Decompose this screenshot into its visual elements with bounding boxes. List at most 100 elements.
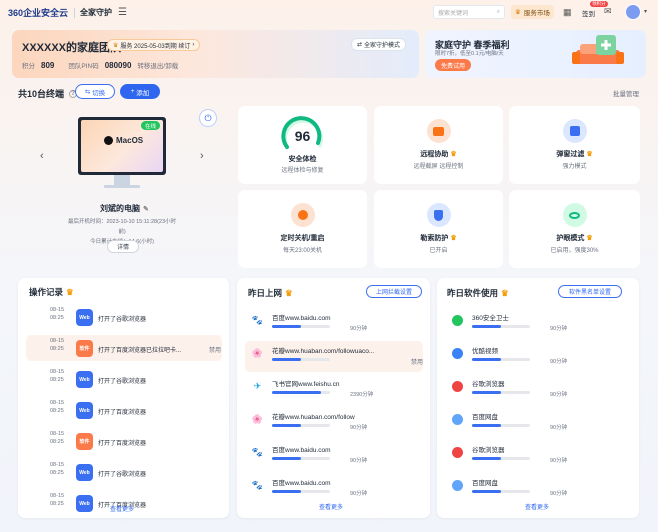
add-button[interactable]: + 添加 — [120, 84, 160, 99]
software-row[interactable]: 百度网盘 90分钟 — [445, 473, 623, 504]
oplog-date-day: 08-15 — [50, 462, 65, 468]
oplog-row[interactable]: 08-15 08:25 Web 打开了谷歌浏览器 — [26, 366, 222, 392]
software-blacklist-button[interactable]: 软件黑名单设置 — [558, 285, 622, 298]
oplog-text: 打开了谷歌浏览器 — [98, 317, 147, 323]
software-more-link[interactable]: 查看更多 — [525, 502, 549, 511]
oplog-title: 操作记录 ♛ — [29, 286, 74, 298]
software-row[interactable]: 优酷视频 90分钟 — [445, 341, 623, 372]
power-button[interactable]: ⏻ — [199, 109, 217, 127]
avatar[interactable] — [625, 4, 641, 20]
software-name: 优酷视频 — [472, 348, 498, 355]
software-badge: 软件 — [76, 433, 93, 450]
oplog-text: 打开了谷歌浏览器 — [98, 379, 147, 385]
tile-subtitle: 远程截屏 远程控制 — [413, 164, 464, 170]
software-row[interactable]: 谷歌浏览器 90分钟 — [445, 440, 623, 471]
software-usage-bar — [472, 325, 530, 328]
web-row[interactable]: 🐾 百度www.baidu.com 90分钟 — [245, 308, 423, 339]
service-expiry-pill[interactable]: ♛ 服务 2025-05-03到期 续订 › — [107, 39, 201, 51]
guard-mode-label: 全家守护模式 — [364, 43, 401, 49]
web-row[interactable]: 🐾 百度www.baidu.com 90分钟 — [245, 440, 423, 471]
web-row[interactable]: 🌸 花瓣www.huaban.com/followuaco... 禁用 — [245, 341, 423, 372]
oplog-date-time: 08:25 — [50, 315, 64, 321]
oplog-row[interactable]: 08-15 08:25 软件 打开了百度浏览器已拉拉吧卡... 禁用 — [26, 335, 222, 361]
software-usage-bar — [472, 358, 530, 361]
search-input[interactable]: 搜索关键词 ⌕ — [433, 5, 505, 19]
online-badge: 在线 — [141, 121, 161, 130]
software-row[interactable]: 百度网盘 90分钟 — [445, 407, 623, 438]
team-stats: 积分 809 团队PIN码 080090 转移退出/卸载 — [22, 60, 178, 71]
security-score: 96 — [294, 128, 311, 144]
baidu-netdisk-icon — [451, 413, 464, 426]
tile-title-text: 弹窗过滤 — [556, 151, 585, 158]
web-card: 昨日上网 ♛ 上网拦截设置 🐾 百度www.baidu.com 90分钟 🌸 花瓣www.… — [237, 278, 430, 518]
web-usage-fill — [272, 358, 301, 361]
software-name: 360安全卫士 — [472, 315, 509, 322]
tile-subtitle: 每天23:00关机 — [282, 248, 322, 254]
chevron-left-icon[interactable]: ‹ — [40, 150, 44, 162]
web-row[interactable]: 🌸 花瓣www.huaban.com/follow 90分钟 — [245, 407, 423, 438]
pin-label: 团队PIN码 — [68, 63, 99, 70]
bulk-manage-link[interactable]: 批量管理 — [613, 88, 639, 98]
edit-icon[interactable]: ✎ — [143, 205, 149, 213]
chrome-icon — [451, 446, 464, 459]
tile-subtitle: 已启用，强度30% — [550, 248, 599, 254]
software-row[interactable]: 360安全卫士 90分钟 — [445, 308, 623, 339]
oplog-row[interactable]: 08-15 08:25 Web 打开了谷歌浏览器 — [26, 304, 222, 330]
guard-mode-button[interactable]: ⇄ 全家守护模式 — [351, 38, 407, 51]
crown-icon: ♛ — [66, 286, 74, 297]
switch-button[interactable]: ⇆ 切换 — [75, 84, 115, 99]
software-name: 百度网盘 — [472, 414, 498, 421]
oplog-date: 08-15 08:25 — [50, 368, 64, 384]
terminals-header: 共10台终端? — [18, 87, 78, 100]
tile-popup-filter[interactable]: 弹窗过滤 ♛ 强力模式 — [509, 106, 640, 184]
oplog-date-time: 08:25 — [50, 408, 64, 414]
web-name: 飞书官网www.feishu.cn — [272, 381, 340, 388]
web-name: 花瓣www.huaban.com/followuaco... — [272, 348, 375, 355]
menu-icon[interactable]: ☰ — [118, 7, 127, 18]
oplog-more-link[interactable]: 查看更多 — [110, 504, 134, 513]
oplog-date-day: 08-15 — [50, 369, 65, 375]
web-block-settings-button[interactable]: 上网拦截设置 — [366, 285, 422, 298]
tile-ransomware-protection[interactable]: 勒索防护 ♛ 已开启 — [374, 190, 503, 268]
add-label: 添加 — [136, 89, 150, 97]
tile-scheduled-shutdown[interactable]: 定时关机/重启 每天23:00关机 — [238, 190, 367, 268]
oplog-card: 操作记录 ♛ 08-15 08:25 Web 打开了谷歌浏览器 08-15 08:25 软件打… — [18, 278, 229, 518]
tile-subtitle: 已开启 — [429, 248, 448, 254]
web-row[interactable]: 🐾 百度www.baidu.com 90分钟 — [245, 473, 423, 504]
oplog-row[interactable]: 08-15 08:25 Web 打开了谷歌浏览器 — [26, 459, 222, 485]
web-more-link[interactable]: 查看更多 — [319, 502, 343, 511]
free-trial-button[interactable]: 免费试用 — [435, 59, 472, 71]
tile-remote-assist[interactable]: 远程协助 ♛ 远程截屏 远程控制 — [374, 106, 503, 184]
tile-eye-care[interactable]: 护眼模式 ♛ 已启用，强度30% — [509, 190, 640, 268]
tile-security-check[interactable]: 96 安全体检 远程体检与修复 — [238, 106, 367, 184]
web-name: 花瓣www.huaban.com/follow — [272, 414, 355, 421]
oplog-date-time: 08:25 — [50, 439, 64, 445]
swap-icon: ⇆ — [84, 88, 91, 96]
service-market-button[interactable]: ♛ 服务市场 — [511, 5, 554, 19]
web-row[interactable]: ✈ 飞书官网www.feishu.cn 2390分钟 — [245, 374, 423, 405]
software-title-text: 昨日软件使用 — [447, 288, 499, 298]
web-usage-bar — [272, 391, 330, 394]
oplog-date-time: 08:25 — [50, 470, 64, 476]
oplog-row[interactable]: 08-15 08:25 软件 打开了百度浏览器 — [26, 428, 222, 454]
checkin-button[interactable]: 签到 — [582, 8, 595, 18]
web-duration: 90分钟 — [350, 458, 368, 464]
chevron-right-icon[interactable]: › — [200, 150, 204, 162]
baidu-netdisk-icon — [451, 479, 464, 492]
web-title-text: 昨日上网 — [248, 288, 283, 298]
web-usage-bar — [272, 358, 330, 361]
software-title: 昨日软件使用 ♛ — [447, 287, 509, 299]
detail-button[interactable]: 详情 — [107, 240, 139, 253]
mail-icon[interactable]: ✉ — [604, 6, 612, 17]
oplog-row[interactable]: 08-15 08:25 Web 打开了百度浏览器 — [26, 397, 222, 423]
crown-icon: ♛ — [113, 42, 119, 49]
tile-title: 安全体检 — [288, 156, 317, 163]
grid-icon[interactable]: ▦ — [563, 7, 572, 18]
software-row[interactable]: 谷歌浏览器 90分钟 — [445, 374, 623, 405]
chevron-down-icon[interactable]: ▾ — [644, 8, 647, 15]
leave-team-link[interactable]: 转移退出/卸载 — [137, 60, 178, 70]
software-name: 谷歌浏览器 — [472, 381, 505, 388]
oplog-text: 打开了谷歌浏览器 — [98, 472, 147, 478]
huaban-icon: 🌸 — [251, 414, 264, 424]
oplog-text: 打开了百度浏览器 — [98, 410, 147, 416]
